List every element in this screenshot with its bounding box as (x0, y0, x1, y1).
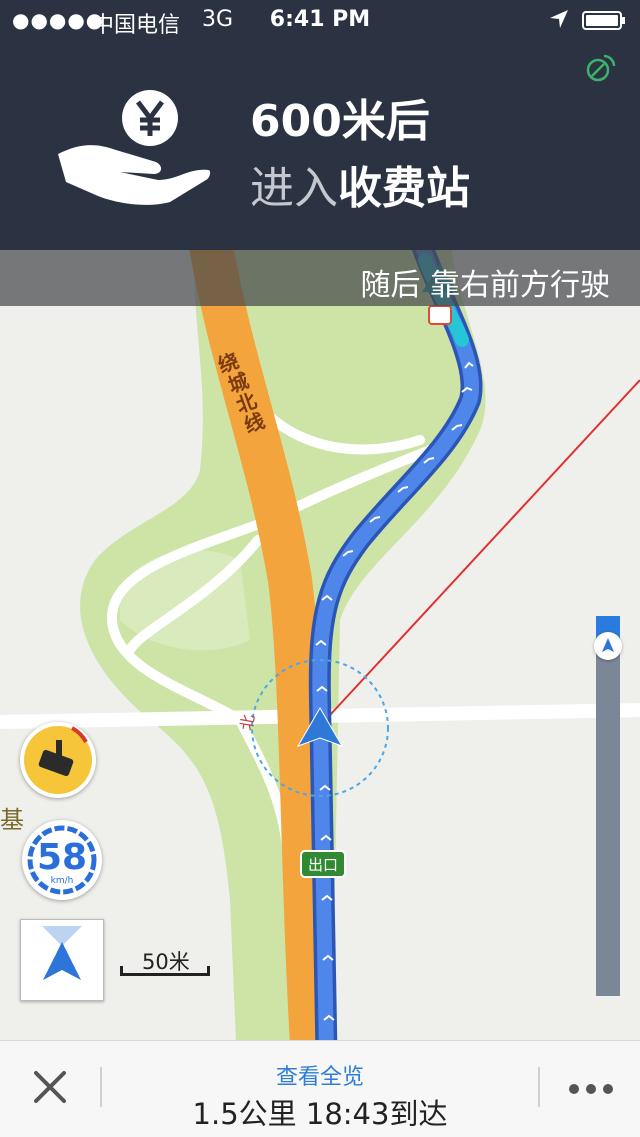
exit-sign: 出口 (300, 850, 346, 878)
status-bar: ●●●●● 中国电信 3G 6:41 PM (0, 0, 640, 40)
guidance-header: ●●●●● 中国电信 3G 6:41 PM 600米后 进入收费站 (0, 0, 640, 250)
status-time: 6:41 PM (269, 7, 371, 32)
location-services-icon (550, 10, 568, 28)
more-icon[interactable] (566, 1081, 616, 1097)
route-progress-track (596, 616, 620, 996)
maneuver-prefix: 进入 (250, 163, 338, 214)
next-instruction-bar: 随后 靠右前方行驶 (0, 250, 640, 306)
route-progress-marker (594, 632, 622, 660)
maneuver-instruction: 进入收费站 (250, 152, 470, 216)
maneuver-distance: 600米后 (250, 96, 430, 147)
map-place-label: 基 (0, 806, 24, 834)
map-scale-bar (120, 966, 210, 976)
bottom-bar: 查看全览 1.5公里 18:43到达 (0, 1040, 640, 1137)
north-arrow-icon (42, 926, 82, 980)
traffic-camera-button[interactable] (20, 722, 96, 798)
traffic-camera-icon (24, 726, 92, 794)
speed-limit-badge: 58 km/h (22, 820, 102, 900)
gps-signal-icon (586, 54, 616, 82)
north-marker: 北 (237, 713, 258, 732)
maneuver-target: 收费站 (338, 163, 470, 214)
trip-summary: 1.5公里 18:43到达 (192, 1097, 448, 1131)
compass-button[interactable] (20, 919, 104, 1001)
exit-sign-label: 出口 (308, 856, 338, 874)
toll-yuan-hand-icon (58, 90, 211, 205)
toll-station-marker (428, 305, 452, 325)
speed-limit-unit: km/h (50, 876, 74, 886)
route-overview-link[interactable]: 查看全览 (0, 1059, 640, 1091)
divider (538, 1067, 540, 1107)
speed-limit-value: 58 (36, 837, 88, 878)
battery-icon (582, 11, 625, 30)
progress-arrow-icon (602, 638, 614, 652)
next-instruction-text: 随后 靠右前方行驶 (360, 268, 610, 303)
